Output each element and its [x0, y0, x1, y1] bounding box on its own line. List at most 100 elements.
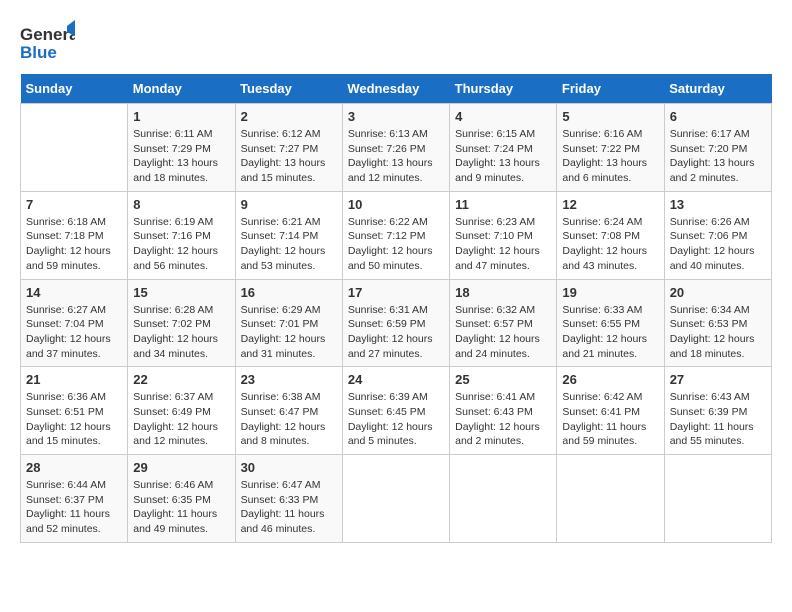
day-number: 10 [348, 197, 444, 212]
day-info: Sunrise: 6:38 AMSunset: 6:47 PMDaylight:… [241, 390, 337, 449]
calendar-cell: 16 Sunrise: 6:29 AMSunset: 7:01 PMDayligh… [235, 279, 342, 367]
day-number: 20 [670, 285, 766, 300]
calendar-cell: 7 Sunrise: 6:18 AMSunset: 7:18 PMDaylight… [21, 191, 128, 279]
day-info: Sunrise: 6:27 AMSunset: 7:04 PMDaylight:… [26, 303, 122, 362]
day-number: 14 [26, 285, 122, 300]
day-info: Sunrise: 6:11 AMSunset: 7:29 PMDaylight:… [133, 127, 229, 186]
day-info: Sunrise: 6:34 AMSunset: 6:53 PMDaylight:… [670, 303, 766, 362]
svg-text:Blue: Blue [20, 43, 57, 62]
weekday-header-monday: Monday [128, 74, 235, 104]
weekday-header-tuesday: Tuesday [235, 74, 342, 104]
day-info: Sunrise: 6:24 AMSunset: 7:08 PMDaylight:… [562, 215, 658, 274]
day-info: Sunrise: 6:15 AMSunset: 7:24 PMDaylight:… [455, 127, 551, 186]
calendar-cell: 9Sunrise: 6:21 AMSunset: 7:14 PMDaylight… [235, 191, 342, 279]
day-number: 11 [455, 197, 551, 212]
day-number: 7 [26, 197, 122, 212]
day-number: 22 [133, 372, 229, 387]
day-number: 18 [455, 285, 551, 300]
weekday-header-saturday: Saturday [664, 74, 771, 104]
day-info: Sunrise: 6:42 AMSunset: 6:41 PMDaylight:… [562, 390, 658, 449]
calendar-cell [450, 455, 557, 543]
day-info: Sunrise: 6:36 AMSunset: 6:51 PMDaylight:… [26, 390, 122, 449]
calendar-cell [664, 455, 771, 543]
calendar-table: SundayMondayTuesdayWednesdayThursdayFrid… [20, 74, 772, 543]
day-number: 5 [562, 109, 658, 124]
day-number: 26 [562, 372, 658, 387]
day-number: 29 [133, 460, 229, 475]
calendar-cell: 4 Sunrise: 6:15 AMSunset: 7:24 PMDaylight… [450, 104, 557, 192]
day-info: Sunrise: 6:29 AMSunset: 7:01 PMDaylight:… [241, 303, 337, 362]
day-number: 2 [241, 109, 337, 124]
calendar-week-1: 1 Sunrise: 6:11 AMSunset: 7:29 PMDaylight… [21, 104, 772, 192]
calendar-cell: 15 Sunrise: 6:28 AMSunset: 7:02 PMDayligh… [128, 279, 235, 367]
day-info: Sunrise: 6:39 AMSunset: 6:45 PMDaylight:… [348, 390, 444, 449]
day-info: Sunrise: 6:28 AMSunset: 7:02 PMDaylight:… [133, 303, 229, 362]
calendar-cell: 1 Sunrise: 6:11 AMSunset: 7:29 PMDaylight… [128, 104, 235, 192]
day-number: 24 [348, 372, 444, 387]
svg-text:General: General [20, 25, 75, 44]
calendar-cell: 10Sunrise: 6:22 AMSunset: 7:12 PMDayligh… [342, 191, 449, 279]
day-number: 4 [455, 109, 551, 124]
day-info: Sunrise: 6:16 AMSunset: 7:22 PMDaylight:… [562, 127, 658, 186]
day-info: Sunrise: 6:31 AMSunset: 6:59 PMDaylight:… [348, 303, 444, 362]
day-info: Sunrise: 6:47 AMSunset: 6:33 PMDaylight:… [241, 478, 337, 537]
day-info: Sunrise: 6:23 AMSunset: 7:10 PMDaylight:… [455, 215, 551, 274]
day-number: 28 [26, 460, 122, 475]
calendar-cell: 29Sunrise: 6:46 AMSunset: 6:35 PMDayligh… [128, 455, 235, 543]
logo-svg: GeneralBlue [20, 20, 75, 64]
calendar-cell: 13Sunrise: 6:26 AMSunset: 7:06 PMDayligh… [664, 191, 771, 279]
calendar-cell: 5 Sunrise: 6:16 AMSunset: 7:22 PMDaylight… [557, 104, 664, 192]
calendar-cell: 21Sunrise: 6:36 AMSunset: 6:51 PMDayligh… [21, 367, 128, 455]
calendar-cell: 12 Sunrise: 6:24 AMSunset: 7:08 PMDayligh… [557, 191, 664, 279]
calendar-cell: 20 Sunrise: 6:34 AMSunset: 6:53 PMDayligh… [664, 279, 771, 367]
calendar-cell: 22 Sunrise: 6:37 AMSunset: 6:49 PMDayligh… [128, 367, 235, 455]
day-info: Sunrise: 6:33 AMSunset: 6:55 PMDaylight:… [562, 303, 658, 362]
calendar-cell: 11 Sunrise: 6:23 AMSunset: 7:10 PMDayligh… [450, 191, 557, 279]
day-number: 23 [241, 372, 337, 387]
day-info: Sunrise: 6:43 AMSunset: 6:39 PMDaylight:… [670, 390, 766, 449]
calendar-cell: 18 Sunrise: 6:32 AMSunset: 6:57 PMDayligh… [450, 279, 557, 367]
calendar-cell [557, 455, 664, 543]
day-info: Sunrise: 6:21 AMSunset: 7:14 PMDaylight:… [241, 215, 337, 274]
weekday-header-wednesday: Wednesday [342, 74, 449, 104]
weekday-header-sunday: Sunday [21, 74, 128, 104]
day-number: 25 [455, 372, 551, 387]
calendar-cell: 2 Sunrise: 6:12 AMSunset: 7:27 PMDaylight… [235, 104, 342, 192]
day-info: Sunrise: 6:41 AMSunset: 6:43 PMDaylight:… [455, 390, 551, 449]
weekday-header-thursday: Thursday [450, 74, 557, 104]
calendar-week-3: 14 Sunrise: 6:27 AMSunset: 7:04 PMDayligh… [21, 279, 772, 367]
day-number: 12 [562, 197, 658, 212]
calendar-cell: 14 Sunrise: 6:27 AMSunset: 7:04 PMDayligh… [21, 279, 128, 367]
calendar-cell: 28 Sunrise: 6:44 AMSunset: 6:37 PMDayligh… [21, 455, 128, 543]
calendar-cell: 25 Sunrise: 6:41 AMSunset: 6:43 PMDayligh… [450, 367, 557, 455]
day-info: Sunrise: 6:37 AMSunset: 6:49 PMDaylight:… [133, 390, 229, 449]
day-number: 19 [562, 285, 658, 300]
calendar-cell: 23 Sunrise: 6:38 AMSunset: 6:47 PMDayligh… [235, 367, 342, 455]
calendar-cell: 26 Sunrise: 6:42 AMSunset: 6:41 PMDayligh… [557, 367, 664, 455]
calendar-cell: 17 Sunrise: 6:31 AMSunset: 6:59 PMDayligh… [342, 279, 449, 367]
day-info: Sunrise: 6:13 AMSunset: 7:26 PMDaylight:… [348, 127, 444, 186]
day-info: Sunrise: 6:32 AMSunset: 6:57 PMDaylight:… [455, 303, 551, 362]
day-number: 3 [348, 109, 444, 124]
calendar-cell: 8Sunrise: 6:19 AMSunset: 7:16 PMDaylight… [128, 191, 235, 279]
day-info: Sunrise: 6:44 AMSunset: 6:37 PMDaylight:… [26, 478, 122, 537]
day-number: 1 [133, 109, 229, 124]
day-number: 30 [241, 460, 337, 475]
page-header: GeneralBlue [20, 20, 772, 64]
day-number: 16 [241, 285, 337, 300]
day-info: Sunrise: 6:17 AMSunset: 7:20 PMDaylight:… [670, 127, 766, 186]
logo: GeneralBlue [20, 20, 75, 64]
day-number: 13 [670, 197, 766, 212]
calendar-cell [21, 104, 128, 192]
day-number: 15 [133, 285, 229, 300]
day-info: Sunrise: 6:19 AMSunset: 7:16 PMDaylight:… [133, 215, 229, 274]
day-info: Sunrise: 6:18 AMSunset: 7:18 PMDaylight:… [26, 215, 122, 274]
calendar-cell: 24 Sunrise: 6:39 AMSunset: 6:45 PMDayligh… [342, 367, 449, 455]
day-number: 6 [670, 109, 766, 124]
day-number: 17 [348, 285, 444, 300]
weekday-header-friday: Friday [557, 74, 664, 104]
day-info: Sunrise: 6:12 AMSunset: 7:27 PMDaylight:… [241, 127, 337, 186]
calendar-cell [342, 455, 449, 543]
weekday-header-row: SundayMondayTuesdayWednesdayThursdayFrid… [21, 74, 772, 104]
calendar-week-4: 21Sunrise: 6:36 AMSunset: 6:51 PMDayligh… [21, 367, 772, 455]
